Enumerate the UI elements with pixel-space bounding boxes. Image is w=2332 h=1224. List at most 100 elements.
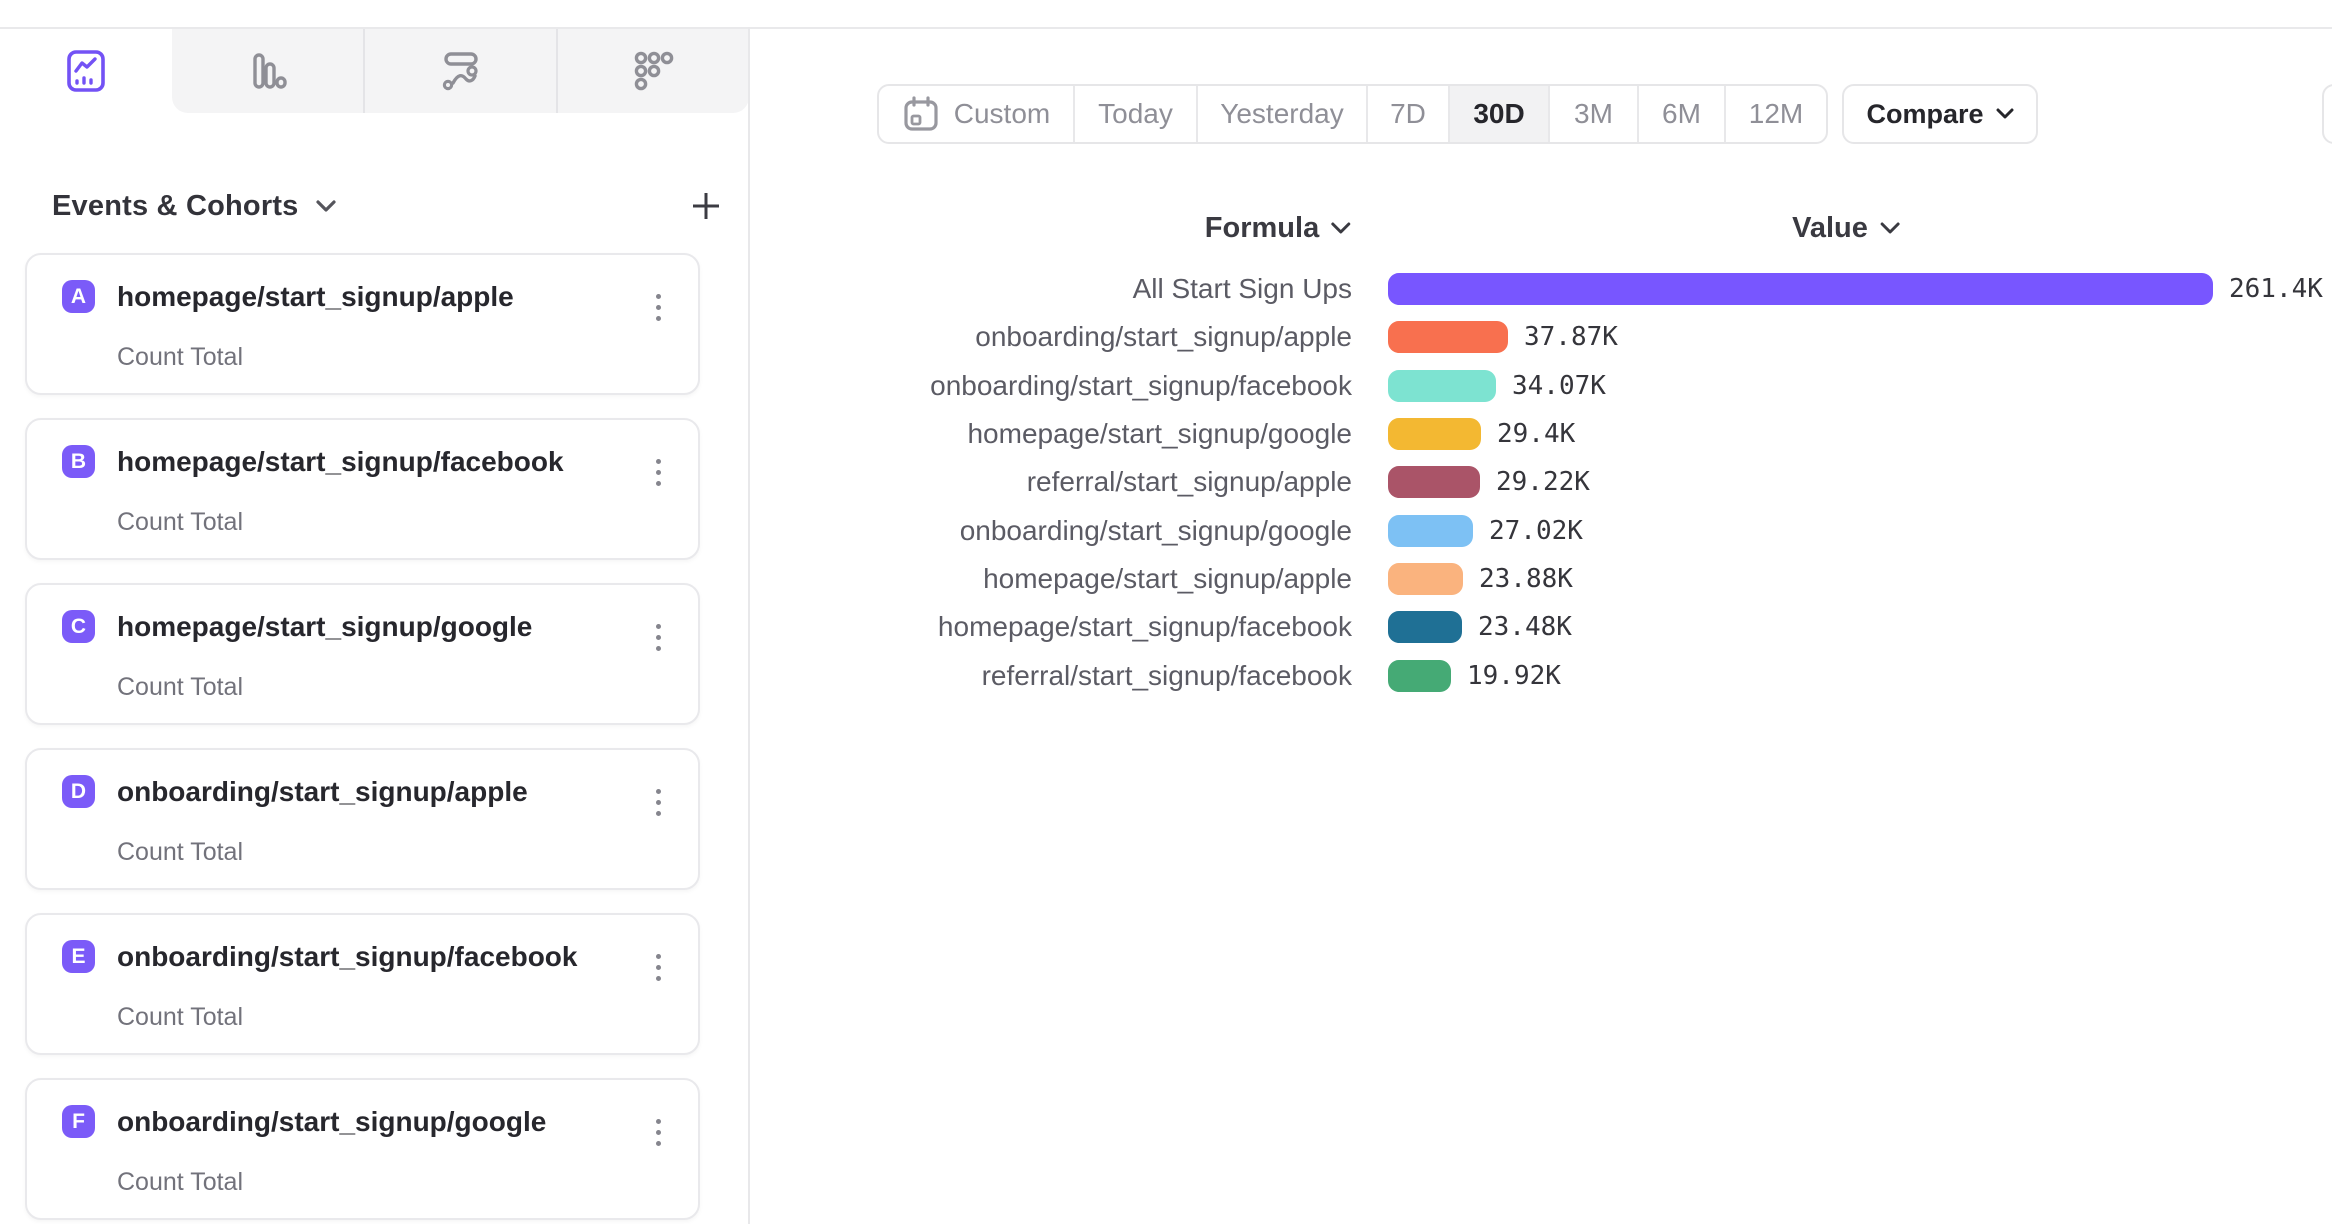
series-label: referral/start_signup/apple (690, 466, 1352, 498)
formula-column-header[interactable]: Formula (1205, 212, 1351, 245)
event-card-c[interactable]: C homepage/start_signup/google Count Tot… (25, 583, 700, 725)
series-value: 261.4K (2229, 274, 2323, 304)
event-name: homepage/start_signup/facebook (117, 446, 564, 478)
date-range-label: 30D (1473, 98, 1524, 130)
event-badge: D (62, 775, 95, 808)
event-name: homepage/start_signup/google (117, 611, 532, 643)
series-bar[interactable] (1388, 515, 1473, 547)
event-metric[interactable]: Count Total (117, 1168, 243, 1197)
event-metric[interactable]: Count Total (117, 1003, 243, 1032)
series-bar[interactable] (1388, 321, 1508, 353)
date-range-label: Yesterday (1220, 98, 1344, 130)
date-range-label: Today (1098, 98, 1173, 130)
series-value: 37.87K (1524, 322, 1618, 352)
date-range-label: 6M (1662, 98, 1701, 130)
series-value: 29.4K (1497, 419, 1575, 449)
event-badge: F (62, 1105, 95, 1138)
kebab-menu-icon[interactable] (640, 939, 676, 995)
series-bar[interactable] (1388, 418, 1481, 450)
series-bar[interactable] (1388, 370, 1496, 402)
event-metric[interactable]: Count Total (117, 673, 243, 702)
event-name: onboarding/start_signup/facebook (117, 941, 577, 973)
chart-type-tabs (0, 29, 750, 113)
chevron-down-icon (1880, 222, 1900, 235)
insights-report-page: Events & Cohorts A homepage/start_signup… (0, 0, 2332, 1224)
series-bar[interactable] (1388, 660, 1451, 692)
bar-chart-icon (247, 50, 289, 92)
series-label: onboarding/start_signup/facebook (690, 370, 1352, 402)
date-range-label: Custom (954, 98, 1050, 130)
kebab-menu-icon[interactable] (640, 444, 676, 500)
event-metric[interactable]: Count Total (117, 343, 243, 372)
flows-icon (439, 50, 483, 92)
add-event-button[interactable] (674, 186, 738, 226)
chevron-down-icon[interactable] (315, 199, 337, 213)
kebab-menu-icon[interactable] (640, 279, 676, 335)
date-range-today[interactable]: Today (1073, 86, 1196, 142)
chevron-down-icon (1331, 222, 1351, 235)
kebab-menu-icon[interactable] (640, 1104, 676, 1160)
tab-group (172, 29, 749, 113)
date-range-12m[interactable]: 12M (1724, 86, 1826, 142)
chart-row: onboarding/start_signup/apple 37.87K (690, 313, 2330, 361)
tab-insights[interactable] (0, 29, 172, 113)
event-card-e[interactable]: E onboarding/start_signup/facebook Count… (25, 913, 700, 1055)
compare-label: Compare (1866, 99, 1983, 130)
events-cohorts-header: Events & Cohorts (52, 186, 707, 226)
chart-row: homepage/start_signup/facebook 23.48K (690, 603, 2330, 651)
series-label: referral/start_signup/facebook (690, 660, 1352, 692)
date-range-yesterday[interactable]: Yesterday (1196, 86, 1366, 142)
tab-retention[interactable] (556, 29, 749, 113)
event-badge: B (62, 445, 95, 478)
series-bar[interactable] (1388, 466, 1480, 498)
date-range-label: 12M (1749, 98, 1803, 130)
date-range-selector: Custom Today Yesterday 7D 30D 3M 6M 12M (877, 84, 1828, 144)
date-range-label: 3M (1574, 98, 1613, 130)
event-name: onboarding/start_signup/google (117, 1106, 546, 1138)
series-bar[interactable] (1388, 611, 1462, 643)
series-value: 34.07K (1512, 371, 1606, 401)
event-card-f[interactable]: F onboarding/start_signup/google Count T… (25, 1078, 700, 1220)
date-range-6m[interactable]: 6M (1637, 86, 1724, 142)
chart-row: onboarding/start_signup/google 27.02K (690, 506, 2330, 554)
insights-line-chart-icon (65, 49, 107, 93)
event-list: A homepage/start_signup/apple Count Tota… (25, 253, 700, 1224)
series-label: homepage/start_signup/apple (690, 563, 1352, 595)
value-column-header[interactable]: Value (1792, 212, 1900, 245)
event-metric[interactable]: Count Total (117, 508, 243, 537)
kebab-menu-icon[interactable] (640, 774, 676, 830)
calendar-icon (902, 95, 940, 133)
series-bar[interactable] (1388, 563, 1463, 595)
series-value: 27.02K (1489, 516, 1583, 546)
series-value: 23.88K (1479, 564, 1573, 594)
chart-row: homepage/start_signup/apple 23.88K (690, 555, 2330, 603)
tab-flows[interactable] (363, 29, 556, 113)
kebab-menu-icon[interactable] (640, 609, 676, 665)
event-badge: C (62, 610, 95, 643)
tab-bar-chart[interactable] (172, 29, 363, 113)
series-label: homepage/start_signup/facebook (690, 611, 1352, 643)
series-label: All Start Sign Ups (690, 273, 1352, 305)
bar-chart: All Start Sign Ups 261.4K onboarding/sta… (690, 265, 2330, 700)
clipped-edge-button[interactable] (2322, 84, 2332, 144)
date-range-7d[interactable]: 7D (1366, 86, 1448, 142)
chart-row: homepage/start_signup/google 29.4K (690, 410, 2330, 458)
compare-button[interactable]: Compare (1842, 84, 2038, 144)
retention-dots-icon (633, 50, 675, 92)
series-value: 19.92K (1467, 661, 1561, 691)
event-card-d[interactable]: D onboarding/start_signup/apple Count To… (25, 748, 700, 890)
event-card-b[interactable]: B homepage/start_signup/facebook Count T… (25, 418, 700, 560)
series-value: 29.22K (1496, 467, 1590, 497)
formula-label: Formula (1205, 212, 1319, 245)
date-range-30d-selected[interactable]: 30D (1448, 86, 1548, 142)
series-label: homepage/start_signup/google (690, 418, 1352, 450)
series-bar[interactable] (1388, 273, 2213, 305)
chart-row: referral/start_signup/apple 29.22K (690, 458, 2330, 506)
date-range-3m[interactable]: 3M (1548, 86, 1637, 142)
date-range-label: 7D (1390, 98, 1426, 130)
event-metric[interactable]: Count Total (117, 838, 243, 867)
events-cohorts-title: Events & Cohorts (52, 190, 299, 223)
event-badge: A (62, 280, 95, 313)
date-range-custom[interactable]: Custom (879, 86, 1073, 142)
event-card-a[interactable]: A homepage/start_signup/apple Count Tota… (25, 253, 700, 395)
